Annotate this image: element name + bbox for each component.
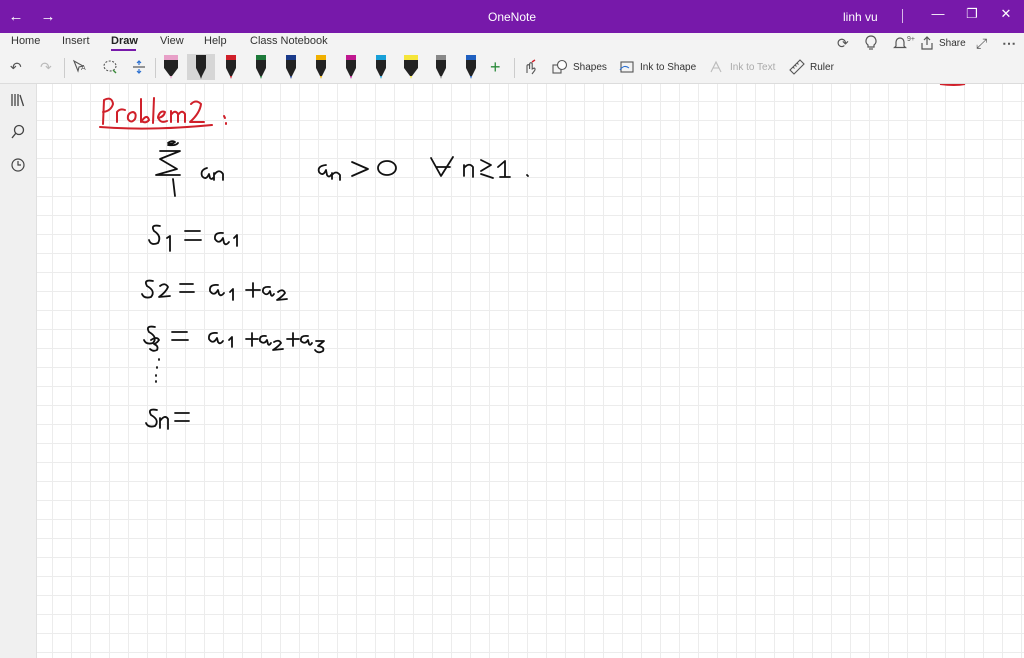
notebooks-icon[interactable] xyxy=(9,92,27,110)
shapes-button[interactable]: Shapes xyxy=(552,57,607,77)
ink-to-shape-label: Ink to Shape xyxy=(640,61,697,73)
tab-insert[interactable]: Insert xyxy=(62,35,90,47)
ruler-label: Ruler xyxy=(810,61,834,73)
toolbar-divider xyxy=(514,58,515,78)
add-pen-icon[interactable]: + xyxy=(490,57,501,77)
problem-heading-ink xyxy=(99,97,227,130)
fullscreen-icon[interactable]: ⤢ xyxy=(976,33,987,53)
minimize-icon[interactable]: — xyxy=(928,6,948,21)
red-pen-icon[interactable] xyxy=(223,54,239,80)
ink-to-text-button[interactable]: Ink to Text xyxy=(709,57,775,77)
type-select-icon[interactable]: A xyxy=(72,57,88,77)
active-tab-indicator xyxy=(111,49,136,51)
note-canvas[interactable] xyxy=(37,84,1024,658)
problem-equations-ink xyxy=(141,140,529,430)
svg-text:A: A xyxy=(81,65,86,72)
notifications-count: 9+ xyxy=(907,35,915,43)
left-sidebar xyxy=(0,84,37,658)
tab-class-notebook[interactable]: Class Notebook xyxy=(250,35,328,47)
touch-drawing-icon[interactable] xyxy=(522,57,538,77)
ruler-button[interactable]: Ruler xyxy=(789,57,834,77)
yellow-highlighter-icon[interactable] xyxy=(403,54,419,80)
notifications-icon[interactable]: 9+ xyxy=(893,33,915,53)
pink-highlighter-icon[interactable] xyxy=(163,54,179,80)
tab-home[interactable]: Home xyxy=(11,35,40,47)
handwritten-ink xyxy=(99,84,966,430)
toolbar-divider xyxy=(64,58,65,78)
sync-icon[interactable]: ⟳ xyxy=(837,33,849,53)
more-options-icon[interactable]: ⋯ xyxy=(1002,33,1016,53)
tab-draw[interactable]: Draw xyxy=(111,35,138,47)
shapes-label: Shapes xyxy=(573,61,607,73)
blue-pen-icon[interactable] xyxy=(463,54,479,80)
undo-icon[interactable]: ↶ xyxy=(10,57,22,77)
tab-view[interactable]: View xyxy=(160,35,184,47)
share-button[interactable]: Share xyxy=(920,33,966,53)
share-label: Share xyxy=(939,37,966,49)
titlebar-divider xyxy=(902,9,903,23)
recent-notes-icon[interactable] xyxy=(9,157,27,175)
yellow-pen-icon[interactable] xyxy=(313,54,329,80)
lightbulb-icon[interactable] xyxy=(864,33,878,53)
magenta-pen-icon[interactable] xyxy=(343,54,359,80)
tab-help[interactable]: Help xyxy=(204,35,227,47)
gray-pen-icon[interactable] xyxy=(433,54,449,80)
ink-to-shape-button[interactable]: Ink to Shape xyxy=(619,57,696,77)
ribbon: Home Insert Draw View Help Class Noteboo… xyxy=(0,33,1024,84)
title-bar: ← → OneNote linh vu — ❐ ✕ xyxy=(0,0,1024,33)
search-icon[interactable] xyxy=(9,124,27,142)
redo-icon[interactable]: ↷ xyxy=(40,57,52,77)
ink-to-text-label: Ink to Text xyxy=(730,61,776,73)
close-icon[interactable]: ✕ xyxy=(996,6,1016,22)
dark-blue-pen-icon[interactable] xyxy=(283,54,299,80)
add-space-icon[interactable] xyxy=(131,57,147,77)
toolbar-divider xyxy=(155,58,156,78)
cyan-pen-icon[interactable] xyxy=(373,54,389,80)
green-pen-icon[interactable] xyxy=(253,54,269,80)
lasso-select-icon[interactable] xyxy=(102,57,118,77)
black-pen-icon[interactable] xyxy=(187,54,215,80)
restore-icon[interactable]: ❐ xyxy=(962,6,982,22)
user-name[interactable]: linh vu xyxy=(843,10,878,24)
